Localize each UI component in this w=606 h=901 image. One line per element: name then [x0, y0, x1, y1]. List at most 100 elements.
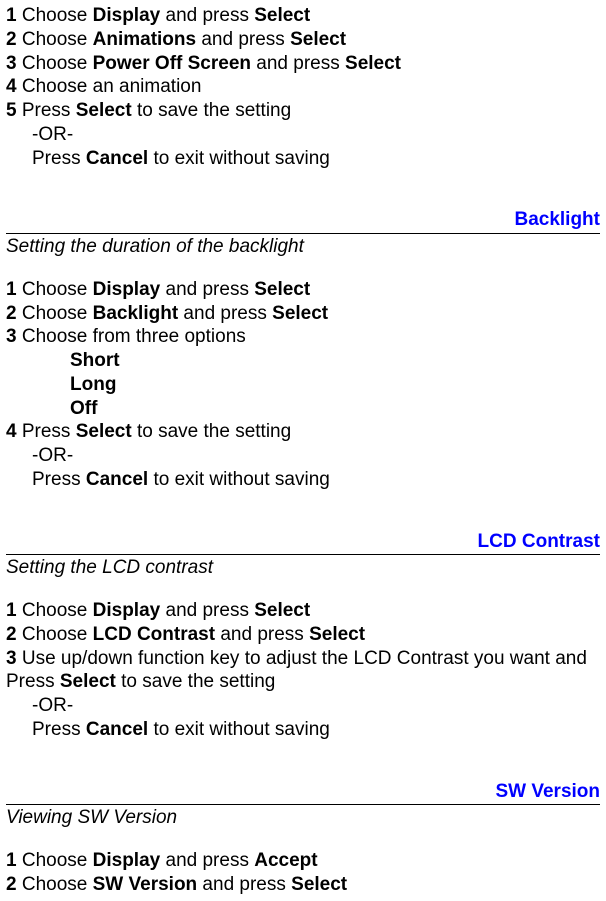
text-bold: Select: [345, 53, 401, 74]
text: Choose: [17, 29, 93, 50]
step-line: 4 Choose an animation: [6, 75, 600, 99]
text: Choose from three options: [17, 326, 246, 347]
text-bold: Select: [254, 5, 310, 26]
step-line: 5 Press Select to save the setting: [6, 99, 600, 123]
text-bold: Cancel: [86, 148, 148, 169]
step-num: 3: [6, 648, 17, 669]
option-off: Off: [6, 397, 600, 421]
step-line: 2 Choose Animations and press Select: [6, 28, 600, 52]
text-bold: Display: [93, 5, 161, 26]
step-line: 1 Choose Display and press Accept: [6, 849, 600, 873]
text: and press: [160, 850, 254, 871]
section-divider: [6, 233, 600, 234]
text: Choose: [17, 874, 93, 895]
step-num: 4: [6, 421, 17, 442]
section-divider: [6, 804, 600, 805]
step-line: 1 Choose Display and press Select: [6, 278, 600, 302]
step-line: 3 Choose from three options: [6, 325, 600, 349]
section-subtitle: Setting the LCD contrast: [6, 556, 600, 580]
step-num: 2: [6, 874, 17, 895]
text-bold: Select: [309, 624, 365, 645]
text-bold: Display: [93, 600, 161, 621]
text: Press: [17, 100, 76, 121]
text-bold: Select: [60, 671, 116, 692]
text: Choose: [17, 279, 93, 300]
section-title-sw-version: SW Version: [6, 780, 600, 804]
text-bold: Display: [93, 850, 161, 871]
text-bold: SW Version: [93, 874, 198, 895]
step-line: 2 Choose SW Version and press Select: [6, 873, 600, 897]
text-bold: Select: [291, 874, 347, 895]
text: and press: [160, 5, 254, 26]
text: and press: [196, 29, 290, 50]
step-num: 1: [6, 600, 17, 621]
step-line: 1 Choose Display and press Select: [6, 599, 600, 623]
text: Choose: [17, 5, 93, 26]
option-short: Short: [6, 349, 600, 373]
text: and press: [160, 600, 254, 621]
text: Press: [32, 148, 86, 169]
text-bold: Backlight: [93, 303, 179, 324]
text: to exit without saving: [148, 719, 330, 740]
text: Press: [32, 469, 86, 490]
section-title-backlight: Backlight: [6, 208, 600, 232]
text-bold: LCD Contrast: [93, 624, 215, 645]
step-num: 3: [6, 326, 17, 347]
text: Choose an animation: [17, 76, 202, 97]
section-divider: [6, 554, 600, 555]
text: to save the setting: [132, 421, 292, 442]
section-title-lcd-contrast: LCD Contrast: [6, 530, 600, 554]
text-bold: Animations: [93, 29, 196, 50]
text-bold: Select: [272, 303, 328, 324]
text-bold: Accept: [254, 850, 317, 871]
text-bold: Power Off Screen: [93, 53, 251, 74]
step-num: 1: [6, 5, 17, 26]
text: to exit without saving: [148, 469, 330, 490]
text: Choose: [17, 624, 93, 645]
step-num: 2: [6, 29, 17, 50]
step-num: 5: [6, 100, 17, 121]
step-num: 3: [6, 53, 17, 74]
text: Press: [17, 421, 76, 442]
text-bold: Cancel: [86, 469, 148, 490]
text-bold: Select: [76, 421, 132, 442]
step-line: 4 Press Select to save the setting: [6, 420, 600, 444]
or-line: -OR-: [6, 444, 600, 468]
text: Choose: [17, 53, 93, 74]
step-num: 2: [6, 303, 17, 324]
step-line: 3 Use up/down function key to adjust the…: [6, 647, 600, 695]
text-bold: Cancel: [86, 719, 148, 740]
text-bold: Select: [290, 29, 346, 50]
text: Press: [32, 719, 86, 740]
text: and press: [197, 874, 291, 895]
text: and press: [160, 279, 254, 300]
text: and press: [251, 53, 345, 74]
text: to save the setting: [116, 671, 276, 692]
text: Choose: [17, 600, 93, 621]
text: Choose: [17, 303, 93, 324]
step-num: 1: [6, 850, 17, 871]
text-bold: Select: [76, 100, 132, 121]
step-line: 2 Choose LCD Contrast and press Select: [6, 623, 600, 647]
step-line: 2 Choose Backlight and press Select: [6, 302, 600, 326]
step-line: Press Cancel to exit without saving: [6, 468, 600, 492]
option-long: Long: [6, 373, 600, 397]
text: and press: [178, 303, 272, 324]
step-line: Press Cancel to exit without saving: [6, 147, 600, 171]
step-line: 3 Choose Power Off Screen and press Sele…: [6, 52, 600, 76]
section-subtitle: Viewing SW Version: [6, 806, 600, 830]
or-line: -OR-: [6, 123, 600, 147]
text: and press: [215, 624, 309, 645]
step-num: 1: [6, 279, 17, 300]
text-bold: Select: [254, 600, 310, 621]
text: to save the setting: [132, 100, 292, 121]
text: Choose: [17, 850, 93, 871]
step-num: 4: [6, 76, 17, 97]
section-subtitle: Setting the duration of the backlight: [6, 235, 600, 259]
step-line: Press Cancel to exit without saving: [6, 718, 600, 742]
text: to exit without saving: [148, 148, 330, 169]
text-bold: Display: [93, 279, 161, 300]
or-line: -OR-: [6, 694, 600, 718]
step-num: 2: [6, 624, 17, 645]
text-bold: Select: [254, 279, 310, 300]
